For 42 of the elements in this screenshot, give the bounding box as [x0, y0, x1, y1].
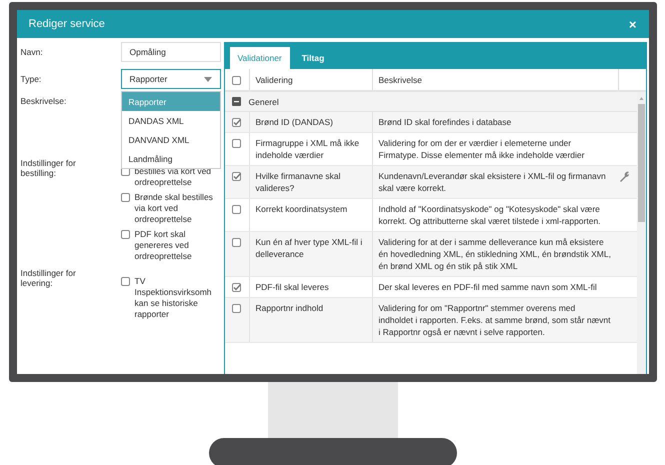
caret-icon [204, 76, 212, 82]
name-field[interactable]: Opmåling [120, 42, 220, 62]
collapse-icon[interactable] [232, 97, 240, 106]
table-cell: PDF-fil skal leveres [248, 277, 372, 297]
table-cell: Hvilke firmanavne skal valideres? [248, 166, 372, 198]
table-cell: Firmagruppe i XML må ikke indeholde værdier [248, 133, 372, 165]
checkbox[interactable] [232, 283, 241, 292]
table-cell: Validering for om "Rapportnr" stemmer overens med indholdet i rapporten. F.eks. at samme brønd, som står nævnt i Rapportnr også er nævnt i selve rapporten. [372, 298, 618, 342]
table-cell: Brønd ID (DANDAS) [248, 112, 372, 132]
table-cell: Brønd ID skal forefindes i database [372, 112, 618, 132]
field-label: Beskrivelse: [20, 96, 68, 106]
table-cell: Kun én af hver type XML-fil i delleverance [248, 232, 372, 276]
type-dropdown[interactable]: Rapporter [120, 69, 220, 89]
field-label: Indstillinger for levering: [20, 268, 77, 290]
table-cell: Korrekt koordinatsystem [248, 199, 372, 231]
checkbox[interactable] [232, 172, 241, 181]
table-cell: Kundenavn/Leverandør skal eksistere i XML-fil og firmanavn skal være korrekt. [372, 166, 618, 198]
table-cell: Indhold af "Koordinatsyskode" og "Kotesyskode" skal være korrekt. Og attributterne skal været tilstede i xml-rapporten. [372, 199, 618, 231]
column-header: Beskrivelse [372, 69, 618, 90]
checkbox-label: TV Inspektionsvirksomh kan se historiske rapporter [134, 276, 213, 320]
wrench-icon[interactable] [618, 171, 630, 182]
checkbox[interactable] [120, 193, 130, 202]
field-label: Type: [20, 74, 42, 84]
column-header: Validering [248, 69, 372, 90]
checkbox[interactable] [120, 277, 130, 286]
checkbox[interactable] [232, 76, 241, 84]
table-cell: Rapportnr indhold [248, 298, 372, 342]
table-cell: Validering for at der i samme delleverance kun må eksistere én hovedledning XML, én stikledning XML, én brøndstik XML, én brønd XML og én stik på stik XML [372, 232, 618, 276]
group-label: Generel [248, 96, 279, 106]
field-label: Navn: [20, 47, 44, 57]
checkbox[interactable] [232, 238, 241, 247]
checkbox[interactable] [232, 304, 241, 313]
checkbox[interactable] [232, 139, 241, 148]
checkbox[interactable] [120, 230, 130, 239]
window-title: Rediger service [28, 18, 105, 30]
table-cell: Der skal leveres en PDF-fil med samme navn som XML-fil [372, 277, 618, 297]
checkbox[interactable] [232, 205, 241, 214]
field-label: Indstillinger for bestilling: [20, 158, 77, 180]
table-cell: Validering for om der er værdier i elemeterne under Firmatype. Disse elementer må ikke indeholde værdier [372, 133, 618, 165]
checkbox[interactable] [232, 118, 241, 127]
checkbox-label: Brønde skal bestilles via kort ved ordreoprettelse [134, 192, 214, 225]
checkbox-label: PDF kort skal genereres ved ordreoprettelse [134, 229, 193, 262]
